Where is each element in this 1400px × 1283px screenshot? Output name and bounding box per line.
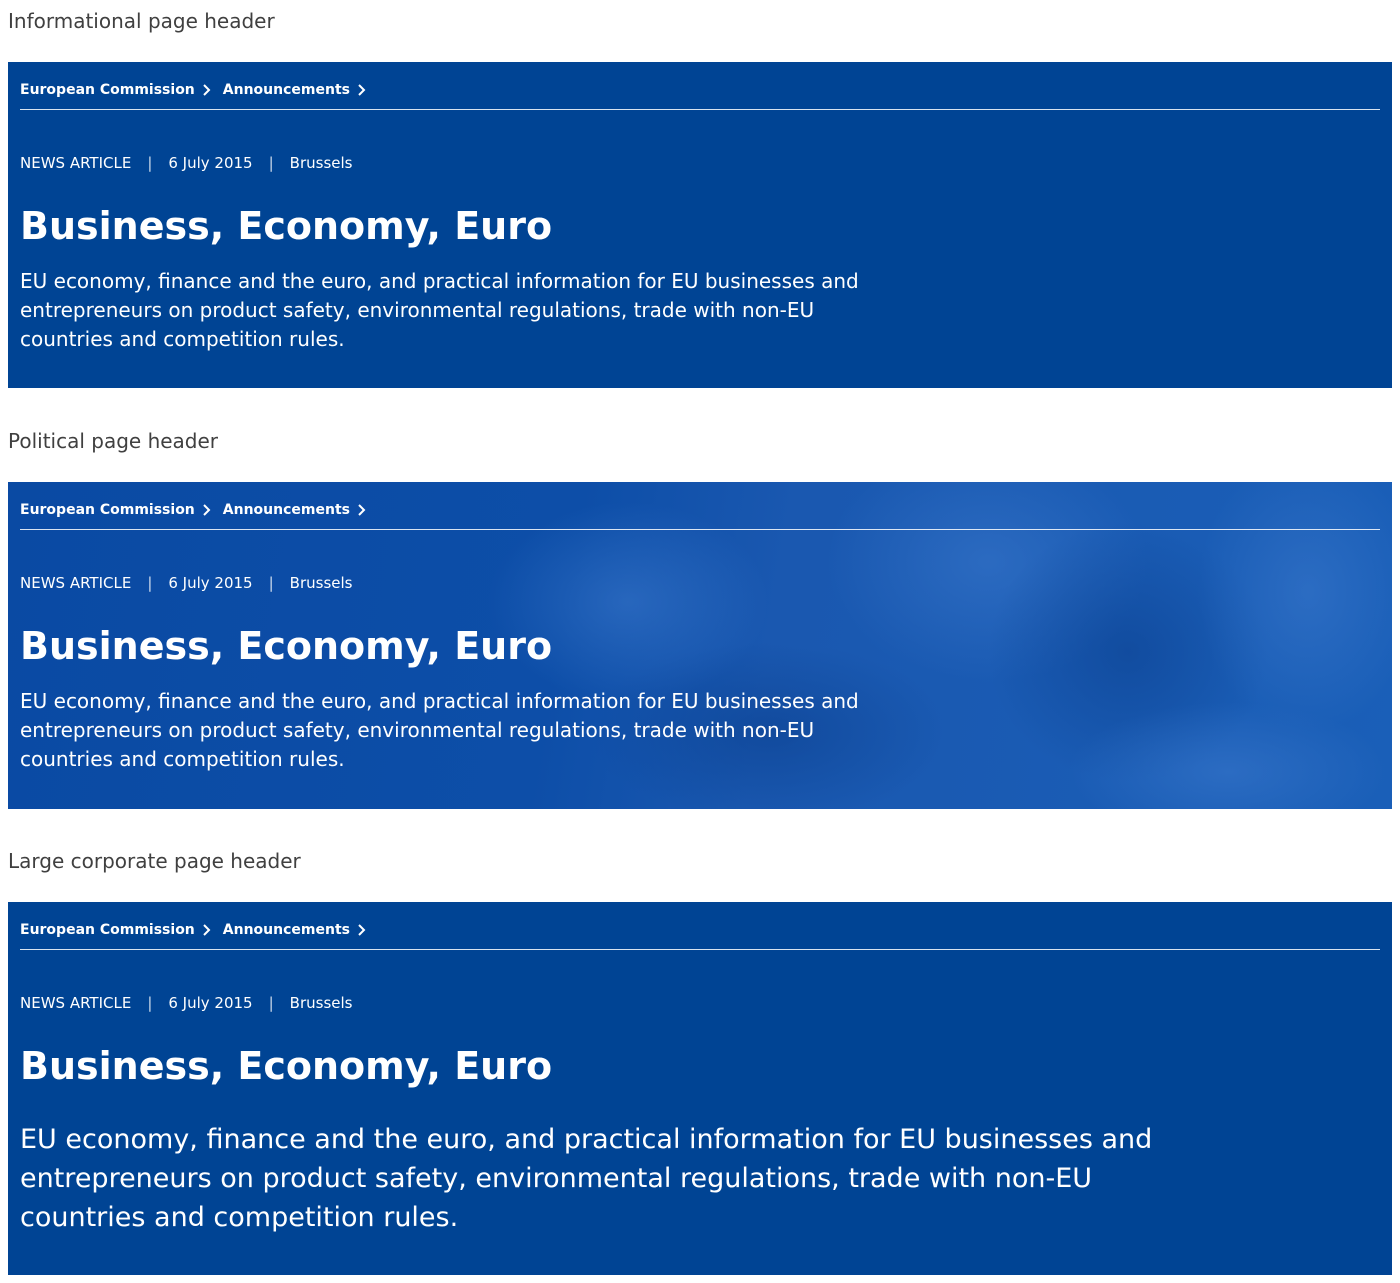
meta-separator: | — [268, 994, 274, 1012]
page-description: EU economy, finance and the euro, and pr… — [20, 269, 859, 351]
chevron-right-icon — [358, 924, 366, 936]
page-title: Business, Economy, Euro — [20, 1044, 553, 1088]
chevron-right-icon — [358, 84, 366, 96]
chevron-right-icon — [203, 504, 211, 516]
large-corporate-page-header: European Commission Announcements NEWS A… — [8, 902, 1392, 1275]
meta-date: 6 July 2015 — [168, 994, 253, 1012]
political-page-header: European Commission Announcements NEWS A… — [8, 482, 1392, 809]
breadcrumb-link-european-commission[interactable]: European Commission — [20, 922, 195, 938]
breadcrumb: European Commission Announcements — [20, 500, 378, 520]
breadcrumb-divider — [20, 949, 1380, 950]
article-meta: NEWS ARTICLE | 6 July 2015 | Brussels — [20, 154, 352, 172]
meta-separator: | — [147, 154, 153, 172]
breadcrumb-link-european-commission[interactable]: European Commission — [20, 82, 195, 98]
article-meta: NEWS ARTICLE | 6 July 2015 | Brussels — [20, 994, 352, 1012]
meta-separator: | — [268, 154, 274, 172]
meta-date: 6 July 2015 — [168, 574, 253, 592]
breadcrumb-divider — [20, 529, 1380, 530]
page-description: EU economy, finance and the euro, and pr… — [20, 1124, 1153, 1233]
meta-type: NEWS ARTICLE — [20, 574, 132, 592]
chevron-right-icon — [358, 504, 366, 516]
informational-page-header: European Commission Announcements NEWS A… — [8, 62, 1392, 388]
meta-separator: | — [268, 574, 274, 592]
breadcrumb-link-announcements[interactable]: Announcements — [223, 502, 350, 518]
page-title: Business, Economy, Euro — [20, 204, 553, 248]
breadcrumb-link-announcements[interactable]: Announcements — [223, 82, 350, 98]
section-heading-informational: Informational page header — [8, 9, 275, 33]
chevron-right-icon — [203, 84, 211, 96]
breadcrumb: European Commission Announcements — [20, 80, 378, 100]
meta-separator: | — [147, 574, 153, 592]
meta-date: 6 July 2015 — [168, 154, 253, 172]
breadcrumb-link-european-commission[interactable]: European Commission — [20, 502, 195, 518]
meta-location: Brussels — [289, 994, 353, 1012]
breadcrumb-link-announcements[interactable]: Announcements — [223, 922, 350, 938]
chevron-right-icon — [203, 924, 211, 936]
section-heading-political: Political page header — [8, 429, 219, 453]
meta-separator: | — [147, 994, 153, 1012]
meta-location: Brussels — [289, 154, 353, 172]
section-heading-large-corporate: Large corporate page header — [8, 849, 301, 873]
meta-type: NEWS ARTICLE — [20, 994, 132, 1012]
breadcrumb: European Commission Announcements — [20, 920, 378, 940]
page-title: Business, Economy, Euro — [20, 624, 553, 668]
page-description: EU economy, finance and the euro, and pr… — [20, 689, 859, 771]
article-meta: NEWS ARTICLE | 6 July 2015 | Brussels — [20, 574, 352, 592]
meta-location: Brussels — [289, 574, 353, 592]
meta-type: NEWS ARTICLE — [20, 154, 132, 172]
breadcrumb-divider — [20, 109, 1380, 110]
